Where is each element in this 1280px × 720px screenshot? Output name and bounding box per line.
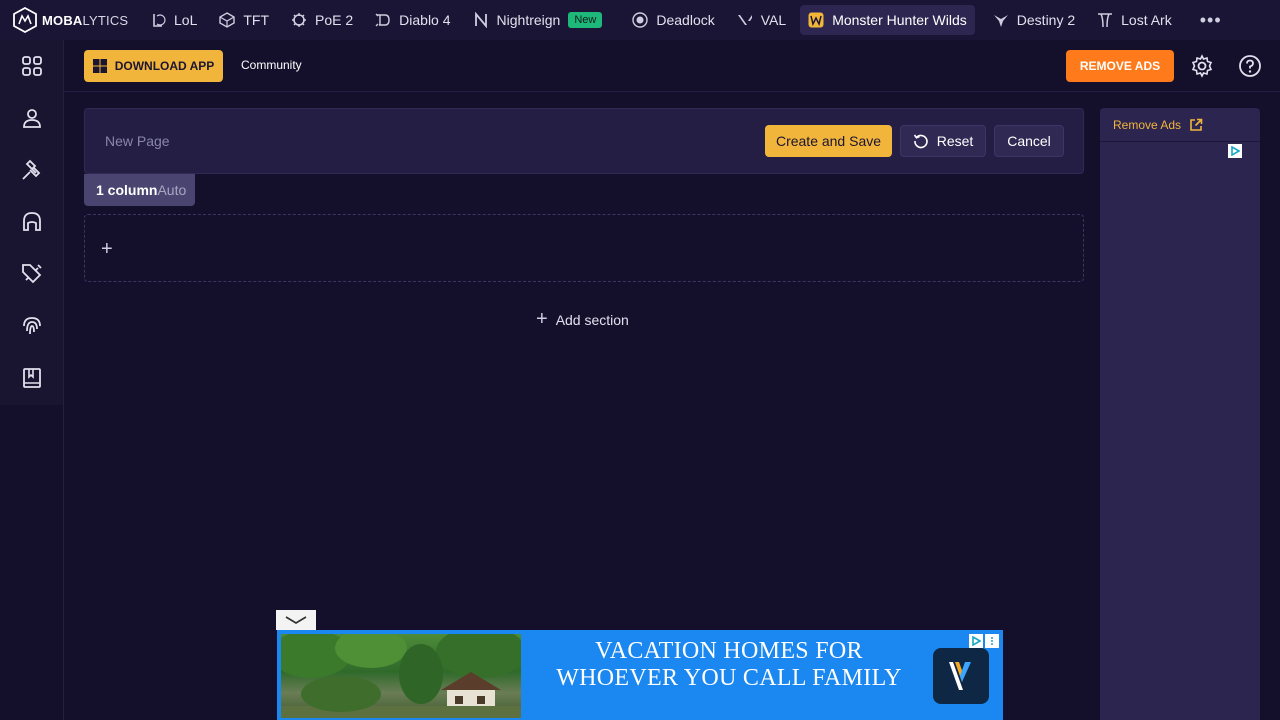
lost-ark-icon [1098,13,1113,28]
column-layout-selector[interactable]: 1 column Auto [84,174,195,206]
nav-item-label: LoL [174,12,198,28]
nav-item-label: Monster Hunter Wilds [832,12,967,28]
profile-icon [23,109,41,128]
plus-icon: + [536,308,548,330]
right-ad-column: Remove Ads [1100,108,1260,720]
community-link[interactable]: Community [241,58,302,72]
page-name-input[interactable] [105,133,505,149]
poe2-icon [292,13,307,27]
nav-item-lol[interactable]: LoL [142,5,205,35]
sidebar-icons [0,40,63,405]
nav-item-label: VAL [760,12,787,28]
remove-ads-link[interactable]: Remove Ads [1100,108,1260,142]
helmet-icon [23,212,41,231]
reset-button[interactable]: Reset [900,125,986,157]
book-icon [23,368,41,388]
valorant-icon [737,15,752,25]
nav-item-diablo4[interactable]: Diablo 4 [367,5,458,35]
banner-ad-headline: VACATION HOMES FOR WHOEVER YOU CALL FAMI… [556,638,902,691]
nav-item-tft[interactable]: TFT [211,5,277,35]
page-editor-header: Create and Save Reset Cancel [84,108,1084,174]
nav-item-val[interactable]: VAL [729,5,794,35]
nav-item-label: Deadlock [656,12,715,28]
fingerprint-icon [23,317,41,335]
logo-text: MOBALYTICS [42,12,129,28]
help-icon[interactable] [1238,54,1262,78]
nav-item-label: Nightreign [496,12,561,28]
windows-icon [92,59,107,73]
diablo4-icon [375,13,390,27]
nav-item-nightreign[interactable]: Nightreign New [465,5,611,35]
download-app-label: DOWNLOAD APP [114,59,215,73]
section-dropzone: + [84,214,1084,282]
mobalytics-logo-icon [13,7,37,33]
sidebar-item-profile[interactable] [0,92,64,144]
nav-item-label: PoE 2 [315,12,354,28]
nightreign-icon [474,12,487,28]
sidebar-item-apps[interactable] [0,40,64,92]
grid-icon [22,56,42,76]
adchoices-icon[interactable] [969,634,983,648]
ad-marks [969,634,999,648]
nav-item-poe2[interactable]: PoE 2 [283,5,361,35]
banner-ad[interactable]: VACATION HOMES FOR WHOEVER YOU CALL FAMI… [277,630,1003,720]
reset-label: Reset [936,133,974,149]
sidebar-item-weapons[interactable] [0,248,64,300]
column-mode-label: Auto [157,182,187,198]
page-header-bar: DOWNLOAD APP Community REMOVE ADS [64,40,1280,92]
external-link-icon [1190,118,1203,131]
sidebar-item-monsters[interactable] [0,196,64,248]
nav-item-monster-hunter-wilds[interactable]: Monster Hunter Wilds [800,5,975,35]
ad-menu-icon[interactable] [985,634,999,648]
nav-item-label: TFT [243,12,270,28]
vrbo-logo [933,648,989,704]
gear-icon[interactable] [1190,54,1214,78]
sword-icon [22,264,42,284]
column-count-label: 1 column [96,182,158,198]
create-and-save-button[interactable]: Create and Save [765,125,892,157]
remove-ads-link-label: Remove Ads [1113,117,1182,132]
more-games-button[interactable]: ••• [1200,10,1222,31]
reset-icon [913,134,928,149]
nav-item-label: Diablo 4 [399,12,451,28]
mobalytics-logo[interactable]: MOBALYTICS [12,0,142,40]
new-badge: New [568,12,603,28]
sidebar-item-guides[interactable] [0,352,64,404]
hammer-icon [22,159,41,180]
nav-item-label: Lost Ark [1121,12,1172,28]
nav-item-deadlock[interactable]: Deadlock [624,5,722,35]
tft-icon [219,12,236,28]
deadlock-icon [632,12,649,28]
sidebar-item-builds[interactable] [0,144,64,196]
nav-item-destiny2[interactable]: Destiny 2 [985,5,1083,35]
collapse-ad-button[interactable] [276,610,316,630]
chevron-down-icon [285,616,307,625]
nav-item-lost-ark[interactable]: Lost Ark [1089,5,1180,35]
cancel-button[interactable]: Cancel [994,125,1064,157]
destiny2-icon [993,15,1008,27]
monster-hunter-icon [808,12,824,28]
lol-icon [153,14,166,27]
top-navigation: MOBALYTICS LoL TFT PoE 2 Diablo 4 Nightr… [0,0,1280,40]
adchoices-icon[interactable] [1228,144,1242,158]
remove-ads-button[interactable]: REMOVE ADS [1066,50,1174,82]
left-sidebar [0,40,64,720]
add-section-label: Add section [555,311,629,328]
nav-item-label: Destiny 2 [1016,12,1076,28]
sidebar-item-tracking[interactable] [0,300,64,352]
add-section-button[interactable]: + Add section [536,308,629,331]
banner-ad-photo [281,634,521,718]
download-app-button[interactable]: DOWNLOAD APP [84,50,223,82]
